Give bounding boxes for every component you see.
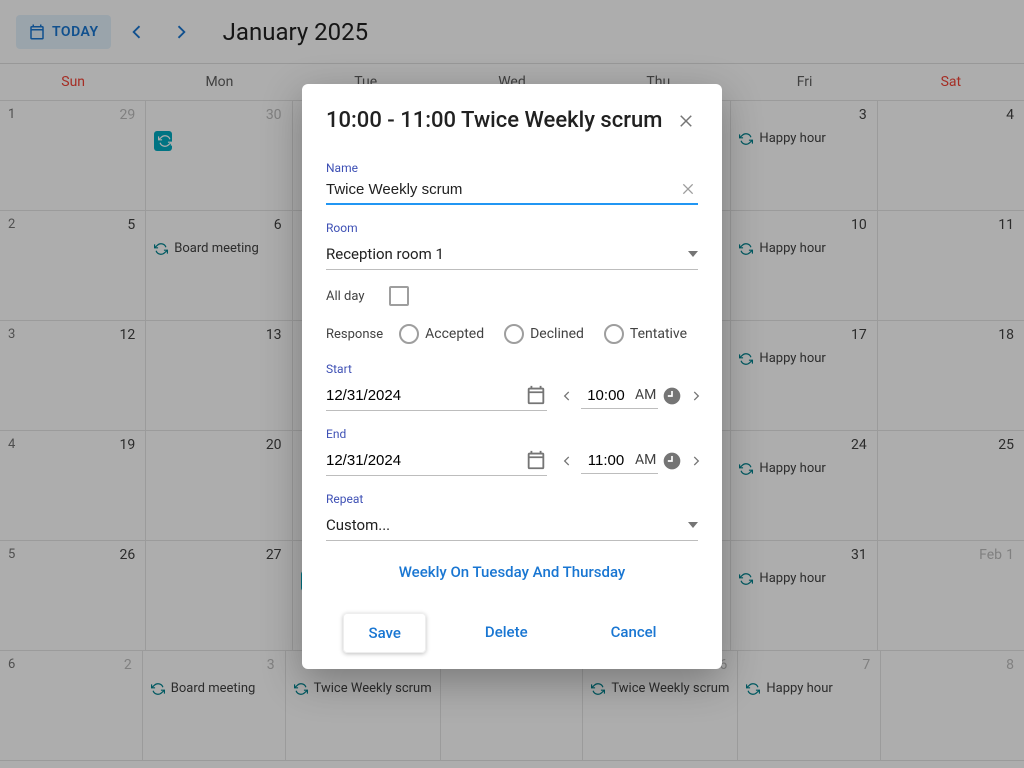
room-label: Room bbox=[326, 221, 698, 235]
response-tentative-radio[interactable]: Tentative bbox=[604, 324, 687, 344]
clock-icon[interactable] bbox=[662, 386, 682, 406]
room-select[interactable]: Reception room 1 bbox=[326, 239, 698, 270]
chevron-down-icon bbox=[688, 522, 698, 528]
allday-label: All day bbox=[326, 289, 365, 304]
chevron-left-icon bbox=[560, 454, 574, 468]
modal-overlay: 10:00 - 11:00 Twice Weekly scrum Name Ro… bbox=[0, 0, 1024, 768]
event-editor-modal: 10:00 - 11:00 Twice Weekly scrum Name Ro… bbox=[302, 84, 722, 669]
response-label: Response bbox=[326, 327, 383, 342]
start-label: Start bbox=[326, 362, 698, 376]
delete-button[interactable]: Delete bbox=[461, 613, 552, 653]
clear-name-button[interactable] bbox=[678, 179, 698, 199]
start-time-decrement[interactable] bbox=[557, 386, 577, 406]
repeat-label: Repeat bbox=[326, 492, 698, 506]
chevron-left-icon bbox=[560, 389, 574, 403]
response-declined-radio[interactable]: Declined bbox=[504, 324, 584, 344]
end-date-input[interactable] bbox=[326, 452, 525, 469]
close-button[interactable] bbox=[674, 109, 698, 133]
end-time-increment[interactable] bbox=[686, 451, 706, 471]
room-value: Reception room 1 bbox=[326, 245, 444, 263]
start-ampm[interactable]: AM bbox=[635, 387, 656, 403]
chevron-right-icon bbox=[689, 454, 703, 468]
end-ampm[interactable]: AM bbox=[635, 452, 656, 468]
start-date-input[interactable] bbox=[326, 387, 525, 404]
clock-icon[interactable] bbox=[662, 451, 682, 471]
chevron-right-icon bbox=[689, 389, 703, 403]
end-time-decrement[interactable] bbox=[557, 451, 577, 471]
calendar-icon[interactable] bbox=[525, 449, 547, 471]
start-time-input[interactable] bbox=[583, 387, 629, 404]
name-label: Name bbox=[326, 161, 698, 175]
save-button[interactable]: Save bbox=[343, 613, 425, 653]
repeat-summary: Weekly On Tuesday And Thursday bbox=[326, 563, 698, 581]
start-time-increment[interactable] bbox=[686, 386, 706, 406]
close-icon bbox=[680, 181, 696, 197]
end-label: End bbox=[326, 427, 698, 441]
end-time-input[interactable] bbox=[583, 452, 629, 469]
calendar-icon[interactable] bbox=[525, 384, 547, 406]
cancel-button[interactable]: Cancel bbox=[587, 613, 681, 653]
repeat-value: Custom... bbox=[326, 516, 390, 534]
response-accepted-radio[interactable]: Accepted bbox=[399, 324, 484, 344]
close-icon bbox=[677, 112, 695, 130]
allday-checkbox[interactable] bbox=[389, 286, 409, 306]
name-input[interactable] bbox=[326, 181, 678, 198]
modal-title: 10:00 - 11:00 Twice Weekly scrum bbox=[326, 108, 662, 133]
repeat-select[interactable]: Custom... bbox=[326, 510, 698, 541]
chevron-down-icon bbox=[688, 251, 698, 257]
